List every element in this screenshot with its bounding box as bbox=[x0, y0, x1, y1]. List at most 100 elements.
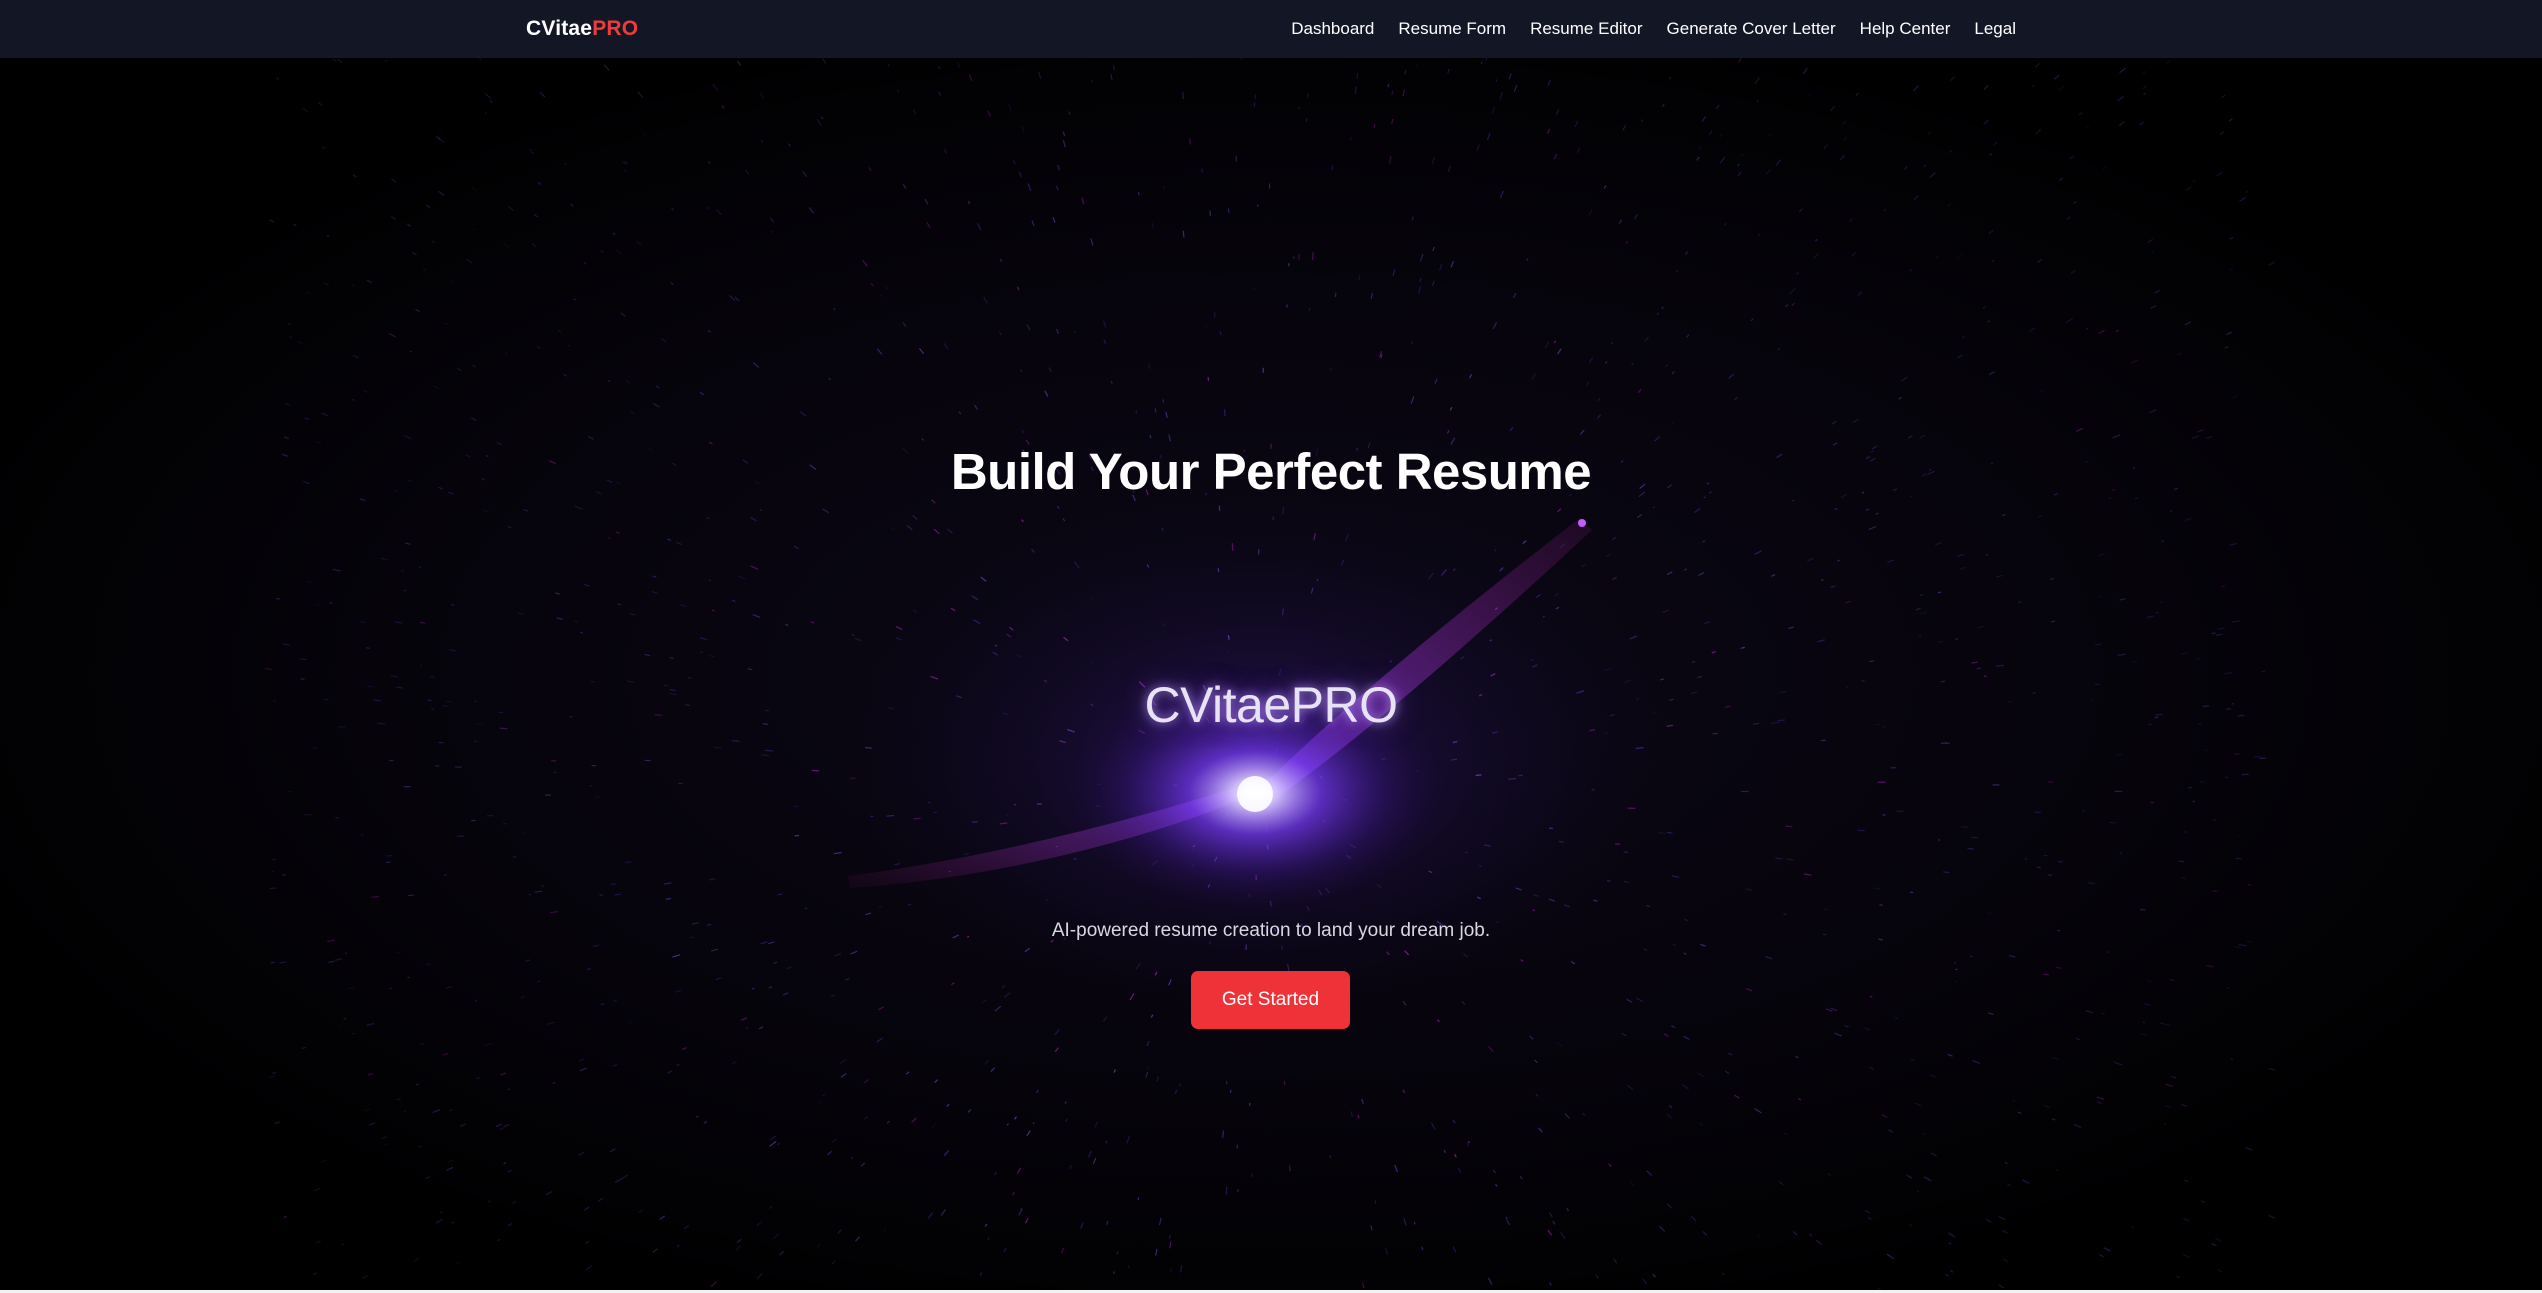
particle bbox=[315, 604, 320, 606]
particle bbox=[474, 1000, 478, 1002]
particle bbox=[731, 740, 740, 742]
particle bbox=[1189, 138, 1191, 145]
particle bbox=[384, 1143, 388, 1146]
particle bbox=[1410, 341, 1413, 345]
particle bbox=[2211, 632, 2216, 635]
particle bbox=[1334, 292, 1337, 297]
particle bbox=[2142, 1021, 2146, 1024]
particle bbox=[1311, 252, 1314, 261]
particle bbox=[339, 1023, 343, 1026]
particle bbox=[1179, 1083, 1181, 1087]
nav-link-resume-form[interactable]: Resume Form bbox=[1398, 19, 1506, 39]
particle bbox=[1137, 192, 1140, 196]
particle bbox=[537, 980, 541, 983]
particle bbox=[396, 951, 400, 954]
brand-pro: PRO bbox=[592, 17, 639, 40]
particle bbox=[388, 987, 392, 990]
particle bbox=[2101, 1012, 2105, 1015]
particle bbox=[1331, 165, 1334, 170]
particle bbox=[1943, 871, 1950, 874]
particle bbox=[1182, 230, 1185, 238]
particle bbox=[1182, 91, 1184, 100]
particle bbox=[300, 658, 307, 661]
particle bbox=[307, 581, 312, 584]
particle bbox=[1869, 995, 1873, 998]
particle bbox=[1783, 913, 1787, 915]
particle bbox=[2163, 1122, 2167, 1125]
streak-spark bbox=[1578, 519, 1586, 527]
particle bbox=[1090, 79, 1093, 83]
particle bbox=[804, 907, 808, 910]
get-started-button[interactable]: Get Started bbox=[1191, 971, 1350, 1029]
particle bbox=[403, 589, 407, 592]
particle bbox=[1289, 1165, 1291, 1172]
particle bbox=[2018, 601, 2022, 603]
particle bbox=[2169, 510, 2173, 513]
particle bbox=[708, 579, 712, 582]
particle bbox=[1127, 1265, 1130, 1268]
nav-link-resume-editor[interactable]: Resume Editor bbox=[1530, 19, 1642, 39]
hero-title: Build Your Perfect Resume bbox=[950, 443, 1592, 500]
particle bbox=[1073, 330, 1076, 334]
particle bbox=[1985, 553, 1989, 556]
particle bbox=[628, 1021, 632, 1024]
particle bbox=[426, 963, 431, 966]
particle bbox=[2230, 1058, 2234, 1061]
particle bbox=[403, 1110, 407, 1113]
particle bbox=[625, 861, 632, 864]
particle bbox=[1785, 825, 1793, 828]
particle bbox=[2047, 874, 2053, 876]
particle bbox=[711, 609, 715, 612]
particle bbox=[1967, 847, 1974, 850]
particle bbox=[1391, 90, 1394, 95]
brand-logo[interactable]: CVitaePRO bbox=[526, 17, 638, 41]
particle bbox=[713, 746, 722, 749]
particle bbox=[1955, 638, 1958, 640]
particle bbox=[574, 620, 578, 623]
hero-glow-logo: CVitaePRO bbox=[1144, 677, 1398, 733]
nav-link-legal[interactable]: Legal bbox=[1974, 19, 2016, 39]
particle bbox=[2112, 1060, 2116, 1063]
particle bbox=[329, 601, 333, 604]
nav-link-generate-cover-letter[interactable]: Generate Cover Letter bbox=[1667, 19, 1836, 39]
particle bbox=[1113, 1271, 1115, 1274]
particle bbox=[1954, 980, 1958, 983]
particle bbox=[1350, 136, 1352, 141]
particle bbox=[1918, 635, 1922, 637]
particle bbox=[450, 603, 455, 606]
particle bbox=[1894, 1017, 1898, 1020]
particle bbox=[579, 631, 584, 634]
nav-link-help-center[interactable]: Help Center bbox=[1860, 19, 1951, 39]
particle bbox=[617, 603, 621, 606]
particle bbox=[2155, 611, 2160, 614]
particle bbox=[761, 754, 769, 757]
particle bbox=[407, 894, 414, 897]
particle bbox=[2140, 908, 2146, 911]
particle bbox=[1969, 955, 1973, 958]
particle bbox=[1820, 739, 1826, 742]
particle bbox=[418, 566, 421, 568]
nav-links: Dashboard Resume Form Resume Editor Gene… bbox=[1291, 19, 2016, 39]
particle bbox=[351, 1032, 356, 1035]
particle bbox=[1940, 742, 1948, 744]
particle bbox=[1786, 858, 1794, 861]
particle bbox=[1820, 579, 1824, 582]
nav-link-dashboard[interactable]: Dashboard bbox=[1291, 19, 1374, 39]
particle bbox=[1987, 912, 1992, 914]
particle bbox=[1223, 409, 1226, 416]
particle bbox=[1416, 64, 1419, 67]
particle bbox=[276, 597, 281, 600]
particle bbox=[765, 749, 773, 752]
particle bbox=[2195, 657, 2201, 660]
particle bbox=[1373, 124, 1376, 128]
particle bbox=[599, 894, 604, 896]
particle bbox=[610, 883, 616, 886]
particle bbox=[2221, 585, 2225, 588]
particle bbox=[1404, 69, 1407, 75]
particle bbox=[1953, 962, 1957, 964]
hero-section: Build Your Perfect Resume CVitaePRO AI-p… bbox=[0, 58, 2542, 1293]
particle bbox=[2132, 660, 2138, 663]
brand-name: CVitae bbox=[526, 17, 593, 40]
particle bbox=[1976, 667, 1981, 670]
particle bbox=[1413, 1222, 1416, 1225]
